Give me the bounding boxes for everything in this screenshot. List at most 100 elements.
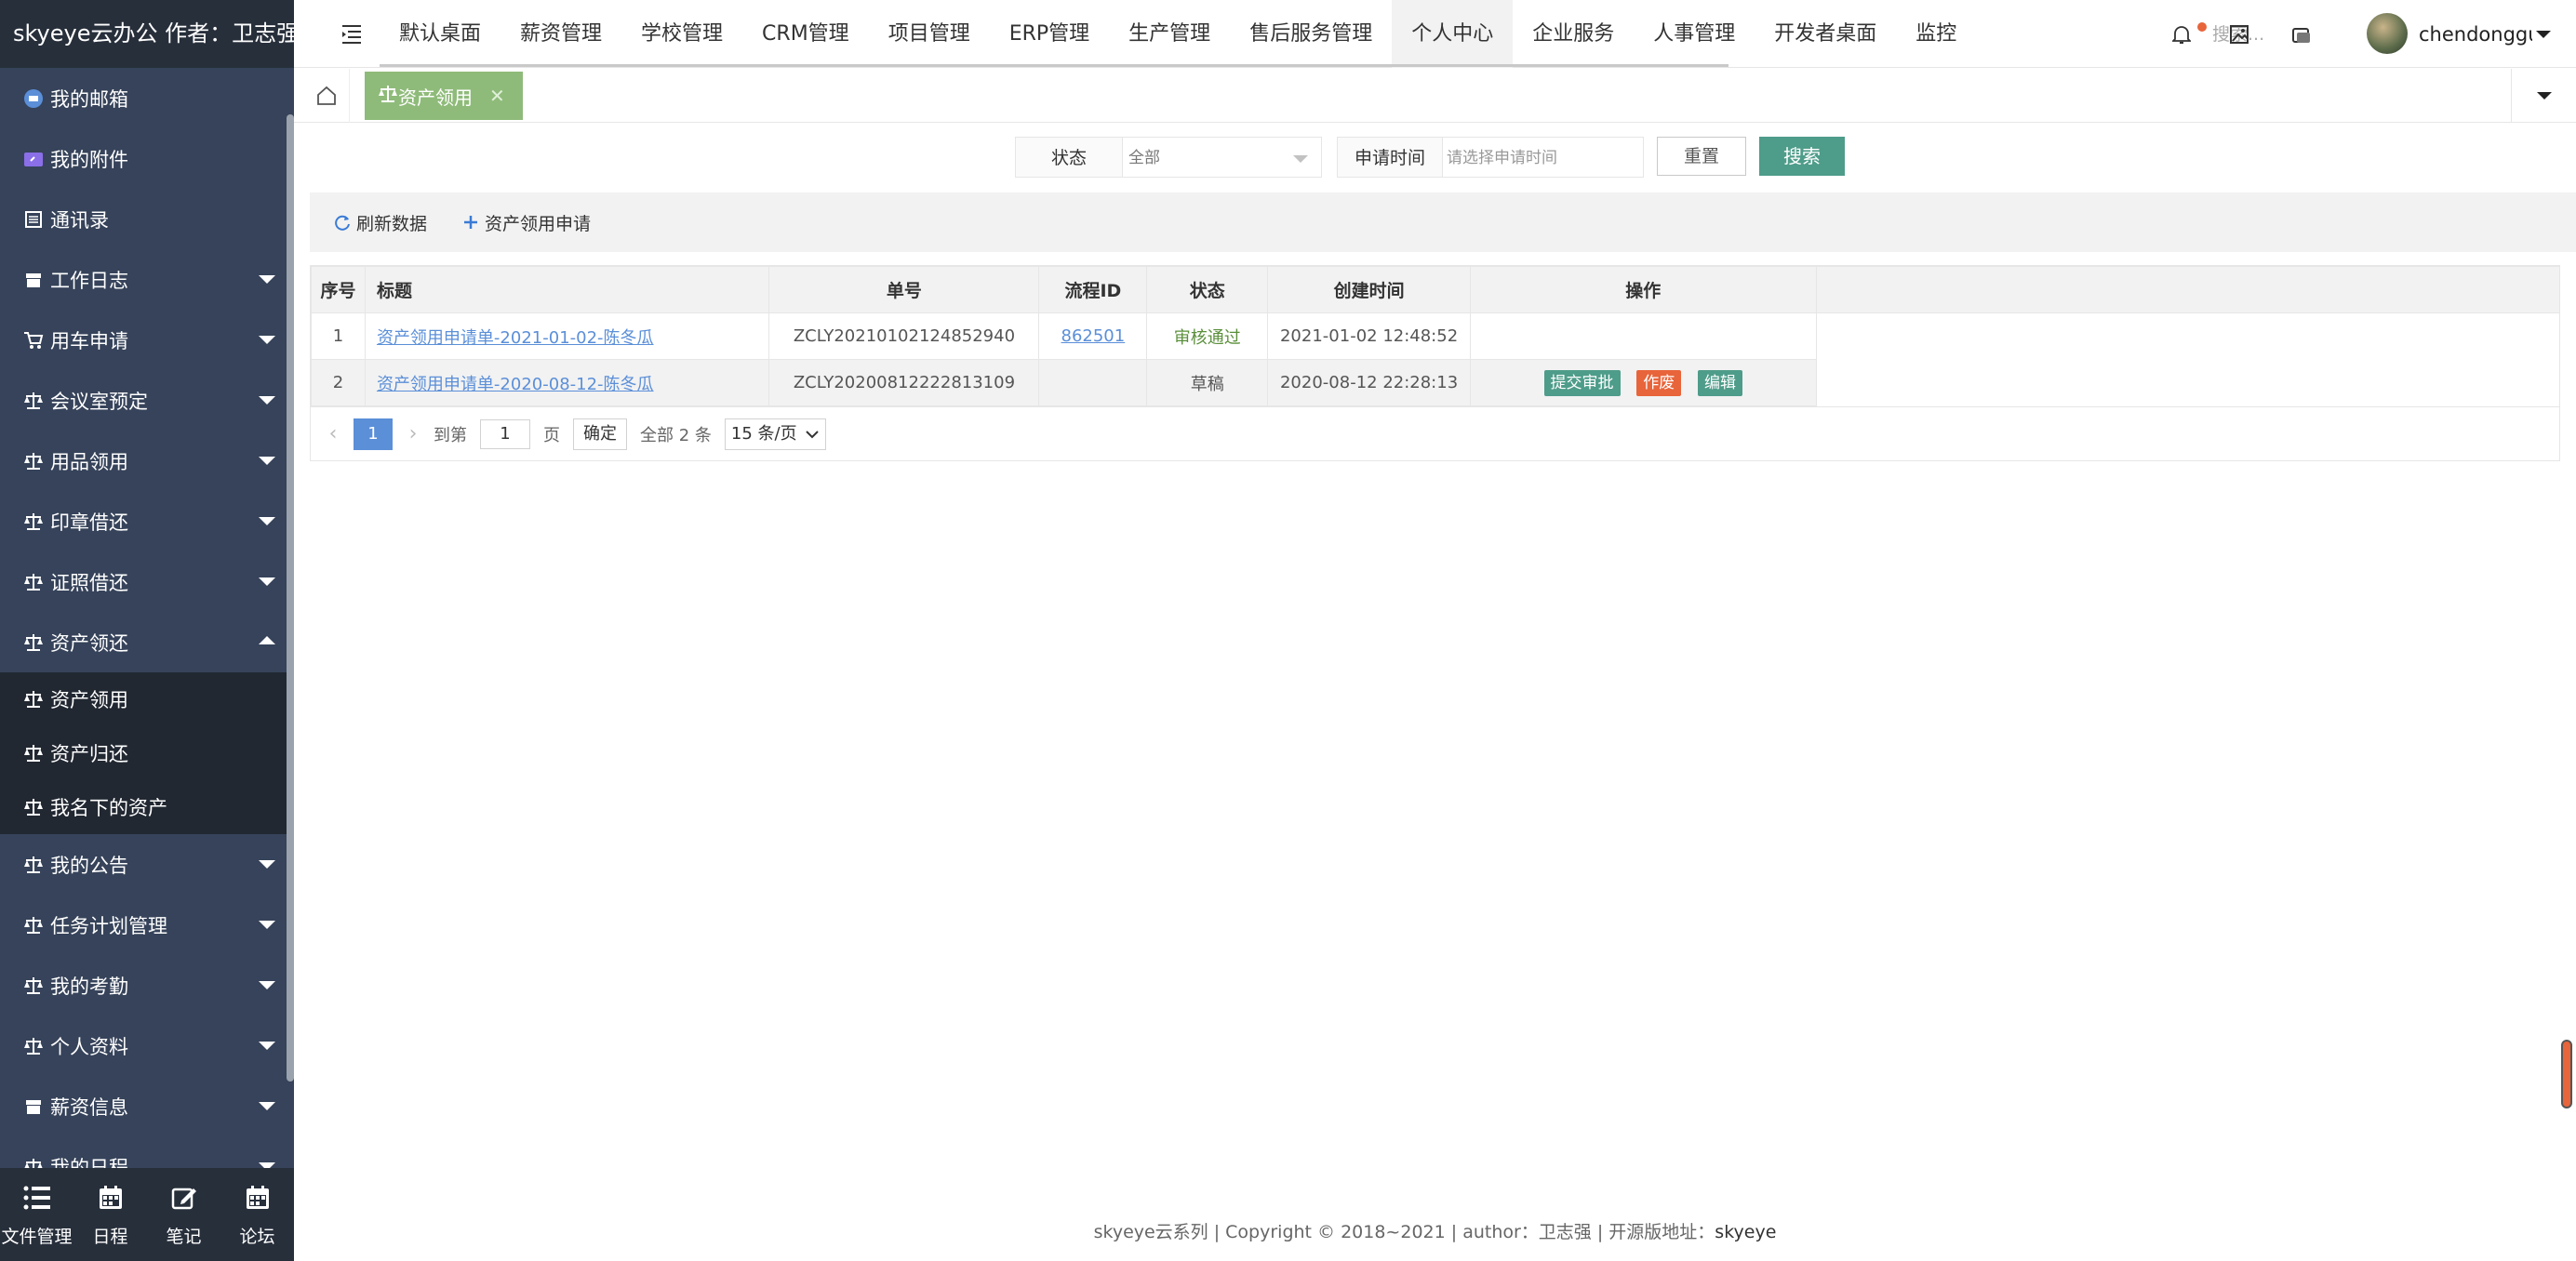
top-menu-item[interactable]: 学校管理 <box>621 0 742 68</box>
footer-source-link[interactable]: skyeye <box>1715 1222 1776 1242</box>
chevron-down-icon[interactable] <box>2536 31 2551 38</box>
sidebar-item-task-plan[interactable]: 任务计划管理 <box>0 895 294 955</box>
submit-approval-button[interactable]: 提交审批 <box>1543 369 1621 396</box>
chevron-down-icon <box>259 1102 275 1110</box>
reset-button[interactable]: 重置 <box>1657 137 1746 176</box>
top-menu-item-active[interactable]: 个人中心 <box>1392 0 1514 68</box>
sidebar-item-profile[interactable]: 个人资料 <box>0 1015 294 1076</box>
sidebar-scrollbar[interactable] <box>287 114 294 1082</box>
goto-confirm-button[interactable]: 确定 <box>573 418 627 450</box>
file-manager-button[interactable]: 文件管理 <box>0 1168 73 1261</box>
refresh-button[interactable]: 刷新数据 <box>332 210 427 235</box>
menu-toggle-icon[interactable] <box>339 20 365 46</box>
mail-icon <box>22 87 45 110</box>
tab-more-button[interactable] <box>2511 69 2576 123</box>
lock-screen-icon[interactable] <box>2288 20 2316 48</box>
sidebar-subitem-label: 资产归还 <box>50 743 128 765</box>
chevron-down-icon <box>259 396 275 405</box>
sidebar-item-announcements[interactable]: 我的公告 <box>0 834 294 895</box>
prev-page-button[interactable]: ‹ <box>322 422 344 445</box>
calendar-button[interactable]: 日程 <box>73 1168 147 1261</box>
search-button[interactable]: 搜索 <box>1759 137 1845 176</box>
top-menu-item[interactable]: CRM管理 <box>742 0 869 68</box>
balance-scale-icon <box>22 688 45 710</box>
column-header[interactable]: 状态 <box>1146 266 1269 313</box>
bottom-label: 文件管理 <box>1 1226 73 1247</box>
title-link[interactable]: 资产领用申请单-2020-08-12-陈冬瓜 <box>377 375 654 394</box>
username[interactable]: chendonggua <box>2419 20 2532 48</box>
column-header[interactable]: 流程ID <box>1038 266 1148 313</box>
top-menu-item[interactable]: 默认桌面 <box>380 0 501 68</box>
top-menu-item[interactable]: 薪资管理 <box>501 0 621 68</box>
column-header[interactable]: 单号 <box>768 266 1040 313</box>
page-scrollbar-thumb[interactable] <box>2561 1040 2572 1108</box>
main-content: 状态 全部 申请时间 请选择申请时间 重置 搜索 刷新数据 资产领用申请 序号 … <box>294 124 2576 1261</box>
submenu-assets: 资产领用 资产归还 我名下的资产 <box>0 672 294 834</box>
sidebar-subitem-asset-return[interactable]: 资产归还 <box>0 726 294 780</box>
sidebar-item-schedule[interactable]: 我的日程 <box>0 1136 294 1168</box>
page-number-current[interactable]: 1 <box>354 418 393 450</box>
sidebar-item-license[interactable]: 证照借还 <box>0 551 294 612</box>
top-menu-item[interactable]: 项目管理 <box>869 0 990 68</box>
avatar[interactable] <box>2367 13 2408 54</box>
chevron-up-icon <box>259 636 275 644</box>
balance-scale-icon <box>22 742 45 764</box>
sidebar-item-vehicle[interactable]: 用车申请 <box>0 310 294 370</box>
balance-scale-icon <box>22 914 45 936</box>
column-header[interactable]: 标题 <box>364 266 770 313</box>
sidebar-item-attachments[interactable]: 我的附件 <box>0 128 294 189</box>
balance-scale-icon <box>22 796 45 818</box>
sidebar-item-label: 我的公告 <box>50 854 128 877</box>
archive-icon <box>22 1095 45 1118</box>
balance-scale-icon <box>22 390 45 412</box>
goto-page-input[interactable]: 1 <box>480 418 530 449</box>
add-asset-claim-button[interactable]: 资产领用申请 <box>460 210 591 235</box>
top-menu-item[interactable]: ERP管理 <box>990 0 1109 68</box>
image-icon[interactable] <box>2225 20 2253 48</box>
top-navbar: 默认桌面 薪资管理 学校管理 CRM管理 项目管理 ERP管理 生产管理 售后服… <box>294 0 2576 68</box>
cell-index: 2 <box>311 359 366 406</box>
top-menu-item[interactable]: 监控 <box>1896 0 1976 68</box>
notification-dot <box>2197 22 2207 32</box>
top-menu-item[interactable]: 生产管理 <box>1109 0 1230 68</box>
edit-button[interactable]: 编辑 <box>1697 369 1742 396</box>
add-label: 资产领用申请 <box>485 213 592 234</box>
notes-button[interactable]: 笔记 <box>147 1168 220 1261</box>
sidebar-subitem-asset-claim[interactable]: 资产领用 <box>0 672 294 726</box>
table-toolbar: 刷新数据 资产领用申请 <box>310 192 2576 252</box>
sidebar-item-meeting-room[interactable]: 会议室预定 <box>0 370 294 431</box>
date-input[interactable]: 请选择申请时间 <box>1443 137 1644 178</box>
column-header[interactable]: 序号 <box>311 266 366 313</box>
bell-icon[interactable] <box>2168 20 2196 48</box>
column-header[interactable]: 操作 <box>1469 266 1817 313</box>
status-select[interactable]: 全部 <box>1123 137 1322 178</box>
sidebar-item-attendance[interactable]: 我的考勤 <box>0 955 294 1015</box>
chevron-down-icon <box>1293 155 1308 163</box>
column-header[interactable]: 创建时间 <box>1267 266 1471 313</box>
title-link[interactable]: 资产领用申请单-2021-01-02-陈冬瓜 <box>377 328 654 348</box>
home-tab[interactable] <box>303 69 350 123</box>
top-menu-item[interactable]: 售后服务管理 <box>1230 0 1392 68</box>
sidebar-item-work-log[interactable]: 工作日志 <box>0 249 294 310</box>
process-id-link[interactable]: 862501 <box>1061 326 1126 346</box>
forum-button[interactable]: 论坛 <box>220 1168 294 1261</box>
sidebar-item-seal[interactable]: 印章借还 <box>0 491 294 551</box>
top-menu-item[interactable]: 企业服务 <box>1513 0 1634 68</box>
page-size-select[interactable]: 15 条/页 <box>724 418 826 450</box>
cell-ops <box>1469 312 1817 360</box>
sidebar-item-supplies[interactable]: 用品领用 <box>0 431 294 491</box>
sidebar-item-assets[interactable]: 资产领还 <box>0 612 294 672</box>
sidebar-subitem-label: 我名下的资产 <box>50 797 167 819</box>
top-menu-item[interactable]: 开发者桌面 <box>1755 0 1896 68</box>
tab-asset-claim[interactable]: 资产领用 ✕ <box>365 72 523 120</box>
top-menu-item[interactable]: 人事管理 <box>1634 0 1755 68</box>
sidebar-item-salary[interactable]: 薪资信息 <box>0 1076 294 1136</box>
top-menu-scrollbar[interactable] <box>380 64 1728 67</box>
next-page-button[interactable]: › <box>402 422 424 445</box>
cell-created: 2021-01-02 12:48:52 <box>1267 312 1471 360</box>
sidebar-item-mailbox[interactable]: 我的邮箱 <box>0 68 294 128</box>
sidebar-item-contacts[interactable]: 通讯录 <box>0 189 294 249</box>
void-button[interactable]: 作废 <box>1636 369 1682 396</box>
close-icon[interactable]: ✕ <box>489 85 505 107</box>
sidebar-subitem-my-assets[interactable]: 我名下的资产 <box>0 780 294 834</box>
